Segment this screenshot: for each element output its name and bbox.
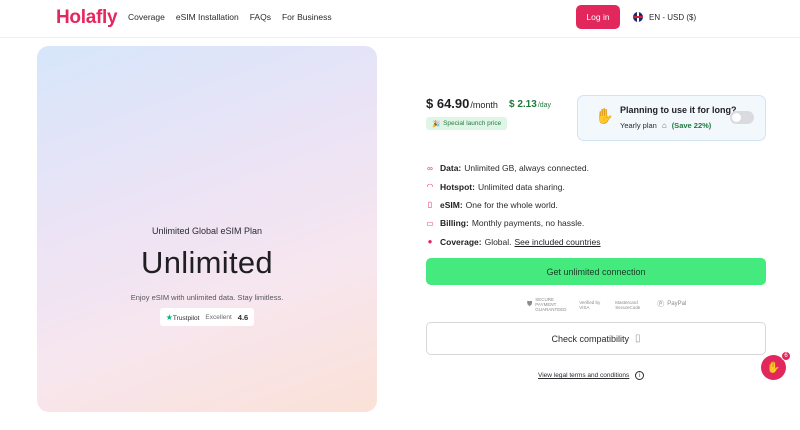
secure-payment-badge: ⛊ SECURE PAYMENT GUARANTEED bbox=[527, 297, 567, 312]
price-unit: /month bbox=[470, 100, 498, 110]
trustpilot-badge[interactable]: ★Trustpilot Excellent 4.6 bbox=[160, 308, 254, 326]
monthly-price: $ 64.90/month bbox=[426, 96, 498, 111]
nav-coverage[interactable]: Coverage bbox=[128, 12, 165, 22]
holafly-logo[interactable]: Holafly bbox=[56, 7, 118, 29]
day-price-value: $ 2.13 bbox=[509, 99, 537, 110]
main-nav: Coverage eSIM Installation FAQs For Busi… bbox=[128, 12, 332, 22]
login-button[interactable]: Log in bbox=[576, 5, 620, 29]
day-price-unit: /day bbox=[537, 102, 552, 109]
check-compatibility-button[interactable]: Check compatibility ▯ bbox=[426, 322, 766, 355]
check-compatibility-label: Check compatibility bbox=[551, 333, 629, 344]
nav-for-business[interactable]: For Business bbox=[282, 12, 332, 22]
top-header: Holafly Coverage eSIM Installation FAQs … bbox=[0, 0, 800, 38]
mastercard-badge: Mastercard SecureCode bbox=[615, 299, 641, 310]
hero-subtitle: Enjoy eSIM with unlimited data. Stay lim… bbox=[130, 293, 284, 302]
tag-icon: ⌂ bbox=[661, 121, 667, 130]
feature-list: ∞ Data: Unlimited GB, always connected. … bbox=[426, 159, 601, 251]
launch-price-badge: 🎉 Special launch price bbox=[426, 117, 508, 130]
yearly-plan-label: Yearly plan bbox=[620, 121, 657, 130]
yearly-plan-toggle[interactable] bbox=[730, 111, 754, 124]
hero-card: Unlimited Global eSIM Plan Unlimited Enj… bbox=[37, 46, 377, 412]
toggle-knob bbox=[732, 113, 741, 122]
globe-icon: ● bbox=[427, 237, 433, 247]
locale-selector[interactable]: EN - USD ($) bbox=[633, 12, 696, 22]
price-value: $ 64.90 bbox=[426, 96, 470, 111]
see-countries-link[interactable]: See included countries bbox=[515, 237, 601, 247]
feature-item: ▭ Billing: Monthly payments, no hassle. bbox=[426, 218, 585, 229]
trustpilot-rating: 4.6 bbox=[237, 312, 249, 322]
legal-terms-link[interactable]: View legal terms and conditions bbox=[538, 372, 629, 379]
party-icon: 🎉 bbox=[432, 120, 441, 128]
info-icon[interactable]: i bbox=[635, 371, 645, 380]
feature-item: ● Coverage: Global. See included countri… bbox=[427, 236, 601, 247]
sim-icon: ▯ bbox=[427, 200, 433, 210]
trustpilot-brand: ★Trustpilot bbox=[165, 312, 200, 322]
uk-flag-icon bbox=[633, 12, 643, 22]
trustpilot-star-icon: ★ bbox=[165, 312, 173, 322]
feature-item: ◠ Hotspot: Unlimited data sharing. bbox=[426, 181, 565, 192]
legal-row: View legal terms and conditions i bbox=[538, 371, 645, 380]
chat-hand-icon: ✋ bbox=[766, 362, 781, 374]
paypal-badge: Ⓟ PayPal bbox=[657, 301, 687, 308]
phone-check-icon: ▯ bbox=[635, 333, 641, 344]
billing-icon: ▭ bbox=[426, 218, 434, 228]
locale-label: EN - USD ($) bbox=[649, 12, 697, 22]
trustpilot-label: Excellent bbox=[205, 313, 232, 321]
hero-kicker: Unlimited Global eSIM Plan bbox=[151, 226, 263, 236]
payment-logos: ⛊ SECURE PAYMENT GUARANTEED Verified by … bbox=[527, 297, 686, 312]
nav-faqs[interactable]: FAQs bbox=[250, 12, 271, 22]
feature-item: ▯ eSIM: One for the whole world. bbox=[427, 199, 558, 210]
feature-item: ∞ Data: Unlimited GB, always connected. bbox=[427, 163, 589, 174]
hand-phone-icon: ✋ bbox=[595, 108, 614, 125]
get-unlimited-button[interactable]: Get unlimited connection bbox=[426, 258, 766, 285]
daily-price: $ 2.13/day bbox=[509, 99, 551, 110]
plan-question: Planning to use it for long? bbox=[620, 105, 737, 115]
infinity-icon: ∞ bbox=[427, 163, 433, 173]
yearly-plan-row: Yearly plan ⌂ (Save 22%) bbox=[620, 121, 711, 130]
hero-title: Unlimited bbox=[141, 245, 273, 280]
hotspot-icon: ◠ bbox=[426, 182, 434, 192]
chat-notification-badge: 6 bbox=[781, 351, 791, 361]
save-percentage: (Save 22%) bbox=[671, 121, 712, 130]
paypal-icon: Ⓟ bbox=[657, 301, 665, 308]
nav-esim-installation[interactable]: eSIM Installation bbox=[176, 12, 239, 22]
shield-icon: ⛊ bbox=[527, 301, 533, 308]
visa-badge: Verified by VISA bbox=[579, 299, 601, 310]
